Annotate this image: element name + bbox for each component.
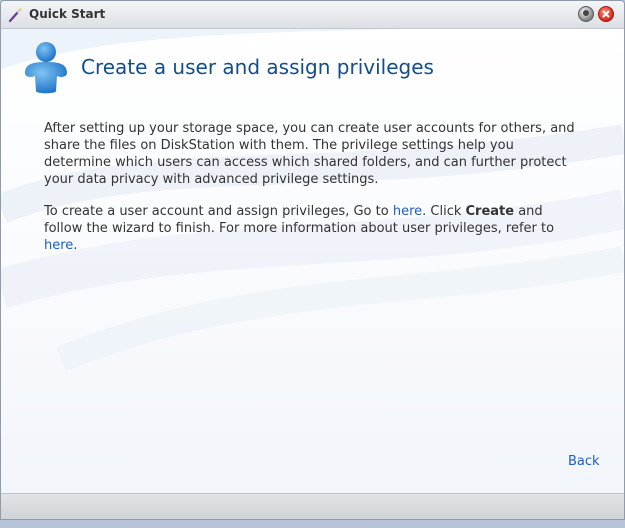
title-bar[interactable]: Quick Start — [1, 1, 624, 29]
window-title: Quick Start — [29, 7, 106, 21]
footer-bar — [1, 493, 624, 519]
content-area: Create a user and assign privileges Afte… — [1, 29, 624, 493]
instructions-paragraph: To create a user account and assign priv… — [44, 203, 584, 254]
wand-icon — [8, 8, 22, 23]
instructions-text-1: To create a user account and assign priv… — [44, 204, 393, 219]
background-swoosh — [1, 29, 624, 372]
privileges-help-link[interactable]: here — [44, 238, 73, 253]
user-icon — [25, 42, 67, 94]
instructions-text-4: . — [73, 238, 78, 253]
quick-start-window: Quick Start Create a user and assign pri… — [0, 0, 625, 520]
user-settings-link[interactable]: here — [393, 204, 422, 219]
instructions-text-2: . Click — [422, 204, 466, 219]
intro-paragraph: After setting up your storage space, you… — [44, 121, 575, 187]
back-link[interactable]: Back — [568, 454, 600, 469]
close-icon[interactable] — [598, 6, 614, 22]
create-keyword: Create — [465, 204, 515, 219]
help-icon[interactable] — [578, 6, 594, 22]
close-x-glyph — [602, 10, 610, 18]
page-title: Create a user and assign privileges — [81, 55, 434, 79]
